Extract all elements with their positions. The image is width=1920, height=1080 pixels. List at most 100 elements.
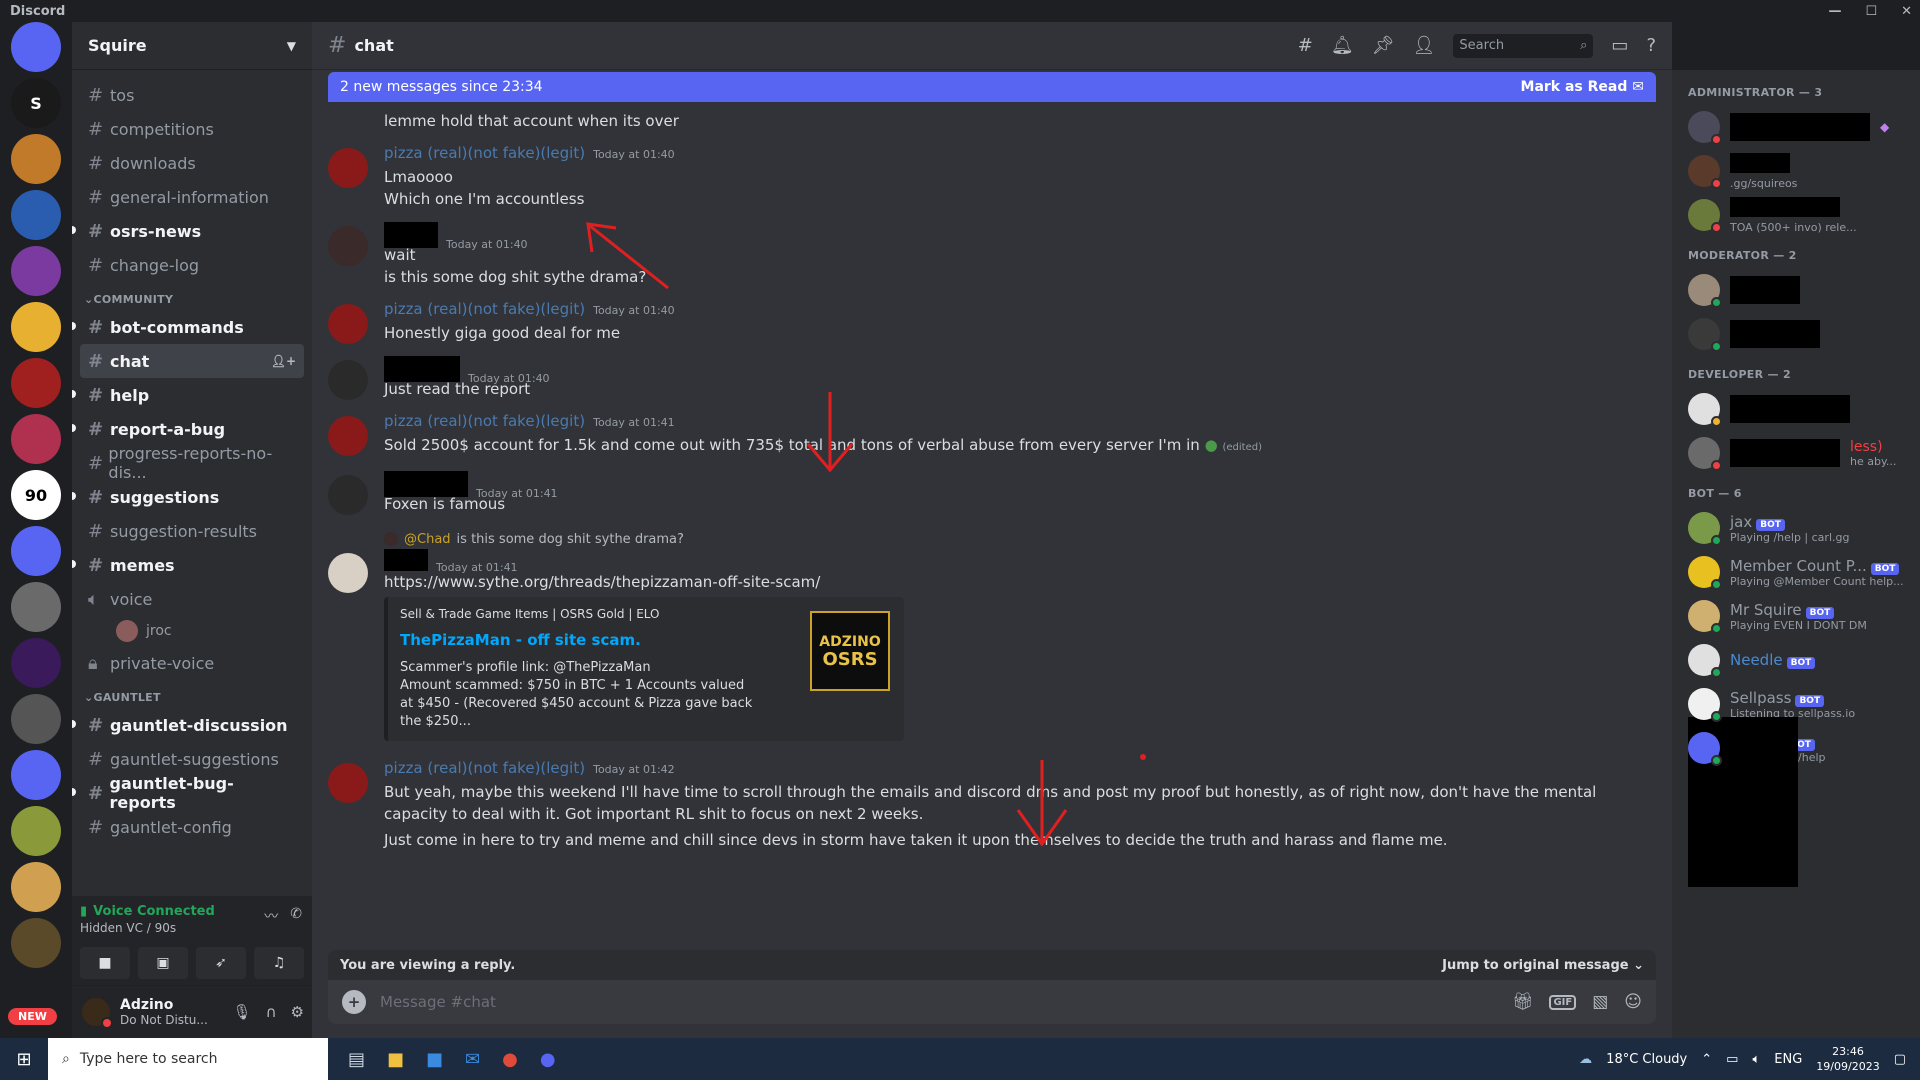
server-icon[interactable] [11, 414, 61, 464]
channel-voice[interactable]: 🔈︎ voice [80, 582, 304, 616]
gear-icon[interactable]: ⚙ [291, 1003, 304, 1021]
upload-plus-icon[interactable]: + [342, 990, 366, 1014]
channel-memes[interactable]: # memes [72, 548, 304, 582]
weather-text[interactable]: 18°C Cloudy [1606, 1052, 1687, 1067]
server-icon[interactable] [11, 806, 61, 856]
pizza-avatar[interactable] [328, 763, 368, 803]
notification-icon[interactable]: ▢ [1894, 1052, 1906, 1067]
message-author[interactable]: pizza (real)(not fake)(legit) [384, 759, 585, 777]
channel-osrs-news[interactable]: # osrs-news [72, 214, 304, 248]
channel-gauntlet-discussion[interactable]: # gauntlet-discussion [72, 708, 304, 742]
pizza-avatar[interactable] [328, 416, 368, 456]
member-item[interactable]: TOA (500+ invo) rele... [1688, 193, 1912, 237]
pizza-avatar[interactable] [328, 304, 368, 344]
reply-reference[interactable]: @Chad is this some dog shit sythe drama? [328, 529, 1648, 549]
invite-icon[interactable]: 👤︎+ [271, 354, 296, 368]
gif-button[interactable]: GIF [1549, 994, 1577, 1010]
channel-gauntlet-bug-reports[interactable]: # gauntlet-bug-reports [72, 774, 304, 812]
microphone-icon[interactable]: 🎙︎ [233, 1003, 252, 1021]
disconnect-icon[interactable]: ✆ [290, 906, 302, 926]
taskbar-search-input[interactable]: ⌕ Type here to search [48, 1038, 328, 1080]
user-avatar[interactable] [80, 996, 113, 1029]
clock[interactable]: 23:46 19/09/2023 [1816, 1044, 1879, 1074]
emoji-icon[interactable]: ☺ [1624, 992, 1642, 1012]
guild-header[interactable]: Squire ▼ [72, 22, 312, 70]
channel-competitions[interactable]: # competitions [80, 112, 304, 146]
member-item[interactable] [1688, 312, 1912, 356]
member-item[interactable] [1688, 387, 1912, 431]
file-explorer-icon[interactable]: ■ [387, 1049, 404, 1070]
new-messages-bar[interactable]: 2 new messages since 23:34 Mark as Read … [328, 72, 1656, 102]
minimize-icon[interactable]: — [1828, 4, 1841, 19]
channel-private-voice[interactable]: 🔒︎ private-voice [80, 646, 304, 680]
channel-suggestions[interactable]: # suggestions [72, 480, 304, 514]
volume-icon[interactable]: 🔈︎ [1752, 1052, 1760, 1067]
voice-user[interactable]: jroc [80, 616, 304, 646]
server-icon[interactable] [11, 918, 61, 968]
server-icon[interactable]: S [11, 78, 61, 128]
language-indicator[interactable]: ENG [1774, 1052, 1802, 1067]
sticker-icon[interactable]: ▧ [1592, 992, 1608, 1012]
inbox-icon[interactable]: ▭ [1611, 35, 1628, 56]
channel-downloads[interactable]: # downloads [80, 146, 304, 180]
channel-change-log[interactable]: # change-log [80, 248, 304, 282]
category-header[interactable]: ⌄ GAUNTLET [80, 680, 304, 708]
channel-suggestion-results[interactable]: # suggestion-results [80, 514, 304, 548]
windows-start-icon[interactable]: ⊞ [0, 1038, 48, 1080]
channel-chat[interactable]: # chat 👤︎+ [80, 344, 304, 378]
member-item[interactable]: ◆ [1688, 105, 1912, 149]
server-icon[interactable] [11, 302, 61, 352]
server-icon[interactable] [11, 358, 61, 408]
user-avatar[interactable] [328, 360, 368, 400]
headphones-icon[interactable]: ∩ [266, 1003, 277, 1021]
message-composer[interactable]: + Message #chat 🎁︎ GIF ▧ ☺ [328, 980, 1656, 1024]
bot-member-item[interactable]: jax BOT Playing /help | carl.gg [1688, 506, 1912, 550]
message-author[interactable]: pizza (real)(not fake)(legit) [384, 300, 585, 318]
gift-icon[interactable]: 🎁︎ [1512, 992, 1534, 1012]
help-icon[interactable]: ? [1646, 35, 1656, 56]
message-link[interactable]: https://www.sythe.org/threads/thepizzama… [384, 571, 1648, 593]
bot-member-item[interactable]: Member Count P... BOT Playing @Member Coun… [1688, 550, 1912, 594]
member-item[interactable] [1688, 268, 1912, 312]
server-icon[interactable] [11, 582, 61, 632]
folder-icon[interactable] [11, 526, 61, 576]
close-icon[interactable]: ✕ [1901, 4, 1912, 19]
channel-general-information[interactable]: # general-information [80, 180, 304, 214]
server-icon[interactable] [11, 134, 61, 184]
soundboard-button[interactable]: ♫ [254, 947, 304, 979]
discord-home-icon[interactable] [11, 22, 61, 72]
server-icon[interactable]: 90 [11, 470, 61, 520]
new-badge[interactable]: NEW [8, 1008, 57, 1025]
server-icon[interactable] [11, 862, 61, 912]
jump-to-original-button[interactable]: Jump to original message ⌄ [1442, 958, 1644, 973]
threads-icon[interactable]: # [1298, 35, 1313, 56]
chad-avatar[interactable] [328, 226, 368, 266]
bot-member-item[interactable]: Mr Squire BOT Playing EVEN I DONT DM [1688, 594, 1912, 638]
folder-icon[interactable] [11, 750, 61, 800]
store-icon[interactable]: ■ [426, 1049, 443, 1070]
tray-chevron-icon[interactable]: ⌃ [1701, 1052, 1712, 1067]
discord-taskbar-icon[interactable]: ● [540, 1049, 556, 1070]
bell-icon[interactable]: 🔔︎ [1331, 35, 1354, 56]
member-item[interactable] [1688, 717, 1912, 887]
member-item[interactable]: less) he aby... [1688, 431, 1912, 475]
pin-icon[interactable]: 📌︎ [1372, 35, 1395, 56]
embed-thumbnail[interactable]: ADZINO OSRS [810, 611, 890, 691]
bot-member-item[interactable]: Needle BOT [1688, 638, 1912, 682]
camera-button[interactable]: ■ [80, 947, 130, 979]
screen-share-button[interactable]: ▣ [138, 947, 188, 979]
server-icon[interactable] [11, 190, 61, 240]
mail-icon[interactable]: ✉ [465, 1049, 480, 1070]
chrome-icon[interactable]: ● [502, 1049, 518, 1070]
channel-gauntlet-suggestions[interactable]: # gauntlet-suggestions [80, 742, 304, 776]
user-avatar[interactable] [328, 475, 368, 515]
pizza-avatar[interactable] [328, 148, 368, 188]
message-input[interactable]: Message #chat [380, 993, 496, 1011]
channel-tos[interactable]: # tos [80, 78, 304, 112]
mark-as-read-button[interactable]: Mark as Read ✉︎ [1521, 79, 1644, 95]
search-input[interactable]: Search ⌕ [1453, 33, 1594, 58]
channel-bot-commands[interactable]: # bot-commands [72, 310, 304, 344]
channel-report-a-bug[interactable]: # report-a-bug [72, 412, 304, 446]
channel-gauntlet-config[interactable]: # gauntlet-config [80, 810, 304, 844]
noise-suppression-icon[interactable]: 〰 [264, 906, 278, 926]
